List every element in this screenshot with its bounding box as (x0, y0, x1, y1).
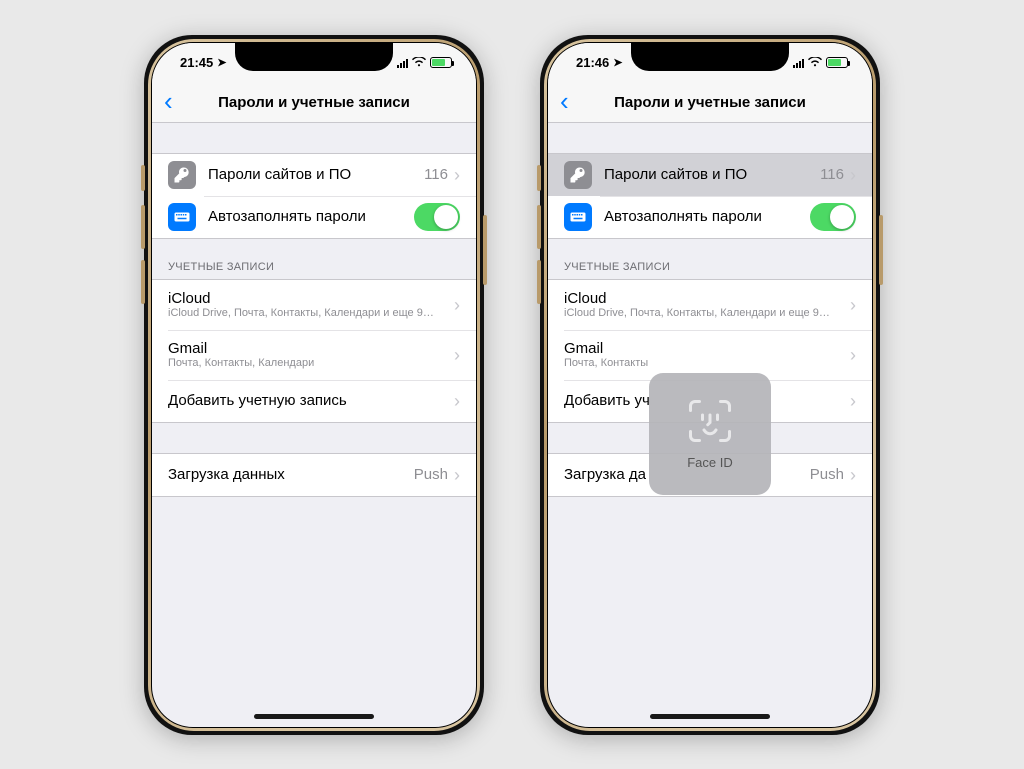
chevron-right-icon: › (454, 392, 460, 410)
chevron-right-icon: › (850, 466, 856, 484)
row-label: iCloud (168, 290, 454, 307)
chevron-right-icon: › (850, 346, 856, 364)
status-time: 21:45 (180, 55, 213, 70)
home-indicator[interactable] (254, 714, 374, 719)
row-value: Push (414, 466, 448, 483)
volume-down-button[interactable] (141, 260, 145, 304)
row-subtitle: Почта, Контакты, Календари (168, 357, 454, 369)
nav-bar: ‹ Пароли и учетные записи (152, 83, 476, 123)
key-icon (564, 161, 592, 189)
faceid-icon (686, 397, 734, 445)
volume-up-button[interactable] (141, 205, 145, 249)
row-label: Пароли сайтов и ПО (208, 166, 424, 183)
row-subtitle: iCloud Drive, Почта, Контакты, Календари… (168, 307, 454, 319)
phone-frame-left: 21:45 ➤ ‹ Пароли и учетные записи (144, 35, 484, 735)
status-time: 21:46 (576, 55, 609, 70)
autofill-passwords-row[interactable]: Автозаполнять пароли (152, 196, 476, 238)
account-row-icloud[interactable]: iCloud iCloud Drive, Почта, Контакты, Ка… (152, 280, 476, 330)
row-label: Gmail (564, 340, 850, 357)
chevron-right-icon: › (454, 346, 460, 364)
power-button[interactable] (879, 215, 883, 285)
power-button[interactable] (483, 215, 487, 285)
faceid-label: Face ID (687, 455, 733, 470)
website-passwords-row[interactable]: Пароли сайтов и ПО 116 › (548, 154, 872, 196)
volume-up-button[interactable] (537, 205, 541, 249)
key-icon (168, 161, 196, 189)
volume-down-button[interactable] (537, 260, 541, 304)
chevron-right-icon: › (850, 296, 856, 314)
location-icon: ➤ (217, 56, 226, 69)
autofill-passwords-row[interactable]: Автозаполнять пароли (548, 196, 872, 238)
phone-frame-right: 21:46 ➤ ‹ Пароли и учетные записи (540, 35, 880, 735)
back-button[interactable]: ‹ (152, 88, 179, 116)
wifi-icon (808, 56, 822, 70)
chevron-right-icon: › (454, 466, 460, 484)
add-account-row[interactable]: Добавить учетную запись › (152, 380, 476, 422)
fetch-data-row[interactable]: Загрузка данных Push › (152, 454, 476, 496)
row-label: Загрузка данных (168, 466, 414, 483)
nav-bar: ‹ Пароли и учетные записи (548, 83, 872, 123)
row-value: Push (810, 466, 844, 483)
row-label: Gmail (168, 340, 454, 357)
page-title: Пароли и учетные записи (548, 94, 872, 111)
wifi-icon (412, 56, 426, 70)
chevron-right-icon: › (454, 296, 460, 314)
chevron-right-icon: › (850, 392, 856, 410)
mute-switch[interactable] (141, 165, 145, 191)
back-button[interactable]: ‹ (548, 88, 575, 116)
notch (235, 43, 393, 71)
signal-icon (793, 58, 804, 68)
battery-icon (430, 57, 452, 68)
chevron-right-icon: › (850, 166, 856, 184)
accounts-section-header: УЧЕТНЫЕ ЗАПИСИ (152, 239, 476, 279)
accounts-section-header: УЧЕТНЫЕ ЗАПИСИ (548, 239, 872, 279)
faceid-overlay: Face ID (649, 373, 771, 495)
page-title: Пароли и учетные записи (152, 94, 476, 111)
home-indicator[interactable] (650, 714, 770, 719)
row-subtitle: Почта, Контакты (564, 357, 850, 369)
row-subtitle: iCloud Drive, Почта, Контакты, Календари… (564, 307, 850, 319)
row-value: 116 (820, 166, 844, 183)
location-icon: ➤ (613, 56, 622, 69)
row-label: iCloud (564, 290, 850, 307)
signal-icon (397, 58, 408, 68)
website-passwords-row[interactable]: Пароли сайтов и ПО 116 › (152, 154, 476, 196)
row-label: Автозаполнять пароли (208, 208, 414, 225)
row-label: Пароли сайтов и ПО (604, 166, 820, 183)
battery-icon (826, 57, 848, 68)
keyboard-icon (168, 203, 196, 231)
autofill-toggle[interactable] (810, 203, 856, 231)
account-row-icloud[interactable]: iCloud iCloud Drive, Почта, Контакты, Ка… (548, 280, 872, 330)
row-value: 116 (424, 166, 448, 183)
row-label: Добавить учетную запись (168, 392, 454, 409)
row-label: Автозаполнять пароли (604, 208, 810, 225)
notch (631, 43, 789, 71)
keyboard-icon (564, 203, 592, 231)
account-row-gmail[interactable]: Gmail Почта, Контакты, Календари › (152, 330, 476, 380)
autofill-toggle[interactable] (414, 203, 460, 231)
chevron-right-icon: › (454, 166, 460, 184)
mute-switch[interactable] (537, 165, 541, 191)
